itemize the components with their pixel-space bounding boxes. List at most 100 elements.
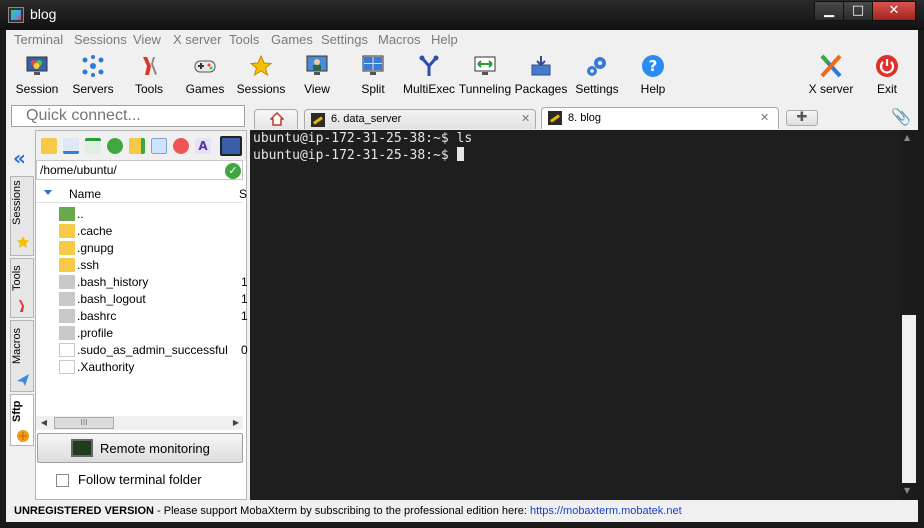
- parent-folder-icon[interactable]: [41, 138, 57, 154]
- remote-monitoring-label: Remote monitoring: [100, 441, 210, 456]
- title-bar: blog ▁ □ ✕: [0, 0, 924, 30]
- terminal-vscrollbar[interactable]: ▲ ▼: [900, 130, 918, 500]
- side-tab-tools[interactable]: Tools: [10, 258, 34, 318]
- games-button[interactable]: Games: [177, 50, 233, 100]
- session-button[interactable]: Session: [9, 50, 65, 100]
- multiexec-button[interactable]: MultiExec: [401, 50, 457, 100]
- rename-icon[interactable]: A: [195, 138, 211, 154]
- scroll-thumb[interactable]: III: [54, 417, 114, 429]
- menu-help[interactable]: Help: [431, 32, 458, 47]
- sessions-button[interactable]: Sessions: [233, 50, 289, 100]
- terminal-tab-icon: [311, 113, 325, 127]
- file-row[interactable]: .bashrc 1: [36, 308, 248, 325]
- side-tab-sftp[interactable]: Sftp: [10, 394, 34, 446]
- exit-button[interactable]: Exit: [859, 50, 915, 100]
- xserver-button[interactable]: X server: [803, 50, 859, 100]
- split-button[interactable]: Split: [345, 50, 401, 100]
- settings-button[interactable]: Settings: [569, 50, 625, 100]
- mobaxterm-link[interactable]: https://mobaxterm.mobatek.net: [530, 505, 682, 517]
- column-size-header[interactable]: S: [239, 187, 247, 201]
- file-row[interactable]: .Xauthority: [36, 359, 243, 376]
- delete-icon[interactable]: [173, 138, 189, 154]
- collapse-sidebar-icon[interactable]: «: [13, 146, 26, 170]
- follow-terminal-folder-checkbox[interactable]: [56, 474, 69, 487]
- folder-icon: [59, 258, 75, 272]
- download-icon[interactable]: [63, 138, 79, 154]
- scroll-down-icon[interactable]: ▼: [904, 486, 910, 495]
- menu-macros[interactable]: Macros: [378, 32, 421, 47]
- scroll-left-icon[interactable]: ◀: [38, 416, 50, 430]
- menu-tools[interactable]: Tools: [229, 32, 259, 47]
- tools-button[interactable]: Tools: [121, 50, 177, 100]
- tab-data-server[interactable]: 6. data_server ✕: [304, 109, 536, 129]
- scroll-up-icon[interactable]: ▲: [904, 133, 910, 142]
- help-button[interactable]: ? Help: [625, 50, 681, 100]
- side-tab-macros[interactable]: Macros: [10, 320, 34, 392]
- menu-sessions[interactable]: Sessions: [74, 32, 127, 47]
- file-row[interactable]: .bash_logout 1: [36, 291, 248, 308]
- file-list-header: Name S: [36, 185, 247, 203]
- file-row[interactable]: .sudo_as_admin_successful 0: [36, 342, 248, 359]
- packages-button[interactable]: Packages: [513, 50, 569, 100]
- close-icon[interactable]: ✕: [760, 111, 769, 124]
- session-monitor-icon: [26, 56, 48, 75]
- remote-monitoring-button[interactable]: Remote monitoring: [37, 433, 243, 463]
- file-name: .sudo_as_admin_successful: [77, 343, 228, 357]
- view-button[interactable]: View: [289, 50, 345, 100]
- column-name-header[interactable]: Name: [69, 187, 101, 201]
- file-row-parent[interactable]: ..: [36, 206, 243, 223]
- checkmark-icon[interactable]: ✓: [225, 163, 241, 179]
- svg-text:?: ?: [649, 57, 658, 75]
- maximize-button[interactable]: □: [843, 1, 873, 21]
- minimize-button[interactable]: ▁: [814, 1, 844, 21]
- upload-icon[interactable]: [85, 138, 101, 154]
- menu-view[interactable]: View: [133, 32, 161, 47]
- tab-blog[interactable]: 8. blog ✕: [541, 107, 779, 129]
- power-icon: [876, 55, 898, 77]
- sftp-toolbar: A: [36, 131, 246, 161]
- menu-terminal[interactable]: Terminal: [14, 32, 63, 47]
- refresh-icon[interactable]: [107, 138, 123, 154]
- exit-label: Exit: [876, 82, 897, 96]
- terminal-toggle-icon[interactable]: [220, 136, 242, 156]
- new-folder-icon[interactable]: [129, 138, 145, 154]
- paperclip-icon[interactable]: 📎: [891, 107, 911, 126]
- file-name: .profile: [77, 326, 114, 340]
- tunneling-button[interactable]: Tunneling: [457, 50, 513, 100]
- file-row[interactable]: .profile: [36, 325, 243, 342]
- servers-button[interactable]: Servers: [65, 50, 121, 100]
- view-label: View: [304, 82, 330, 96]
- terminal-cursor: [456, 147, 464, 161]
- file-row[interactable]: .bash_history 1: [36, 274, 248, 291]
- monitor-icon: [71, 439, 93, 457]
- tab-label: 6. data_server: [331, 113, 402, 125]
- tab-home[interactable]: [254, 109, 298, 129]
- star-icon: [17, 236, 29, 248]
- file-list-hscrollbar[interactable]: ◀ III ▶: [36, 416, 243, 430]
- sort-arrow-icon[interactable]: [44, 190, 52, 195]
- new-file-icon[interactable]: [151, 138, 167, 154]
- new-tab-button[interactable]: ✚: [786, 110, 818, 126]
- menu-xserver[interactable]: X server: [173, 32, 221, 47]
- file-row[interactable]: .ssh: [36, 257, 243, 274]
- quick-connect-input[interactable]: [11, 105, 245, 127]
- sftp-globe-icon: [17, 430, 29, 442]
- sftp-path-input[interactable]: /home/ubuntu/: [36, 160, 243, 180]
- side-tab-sessions[interactable]: Sessions: [10, 176, 34, 256]
- menu-games[interactable]: Games: [271, 32, 313, 47]
- file-row[interactable]: .cache: [36, 223, 243, 240]
- split-icon: [362, 55, 384, 75]
- menu-settings[interactable]: Settings: [321, 32, 368, 47]
- scroll-right-icon[interactable]: ▶: [230, 416, 242, 430]
- tools-icon: [19, 300, 24, 312]
- split-label: Split: [361, 82, 385, 96]
- status-bar: UNREGISTERED VERSION - Please support Mo…: [6, 500, 918, 522]
- terminal-area[interactable]: ubuntu@ip-172-31-25-38:~$ ls ubuntu@ip-1…: [252, 130, 900, 500]
- scroll-thumb[interactable]: [902, 315, 916, 483]
- close-icon[interactable]: ✕: [521, 112, 530, 125]
- parent-folder-icon: [59, 207, 75, 221]
- status-message: - Please support MobaXterm by subscribin…: [153, 505, 531, 517]
- close-window-button[interactable]: ✕: [872, 1, 916, 21]
- file-row[interactable]: .gnupg: [36, 240, 243, 257]
- window-title: blog: [30, 6, 57, 22]
